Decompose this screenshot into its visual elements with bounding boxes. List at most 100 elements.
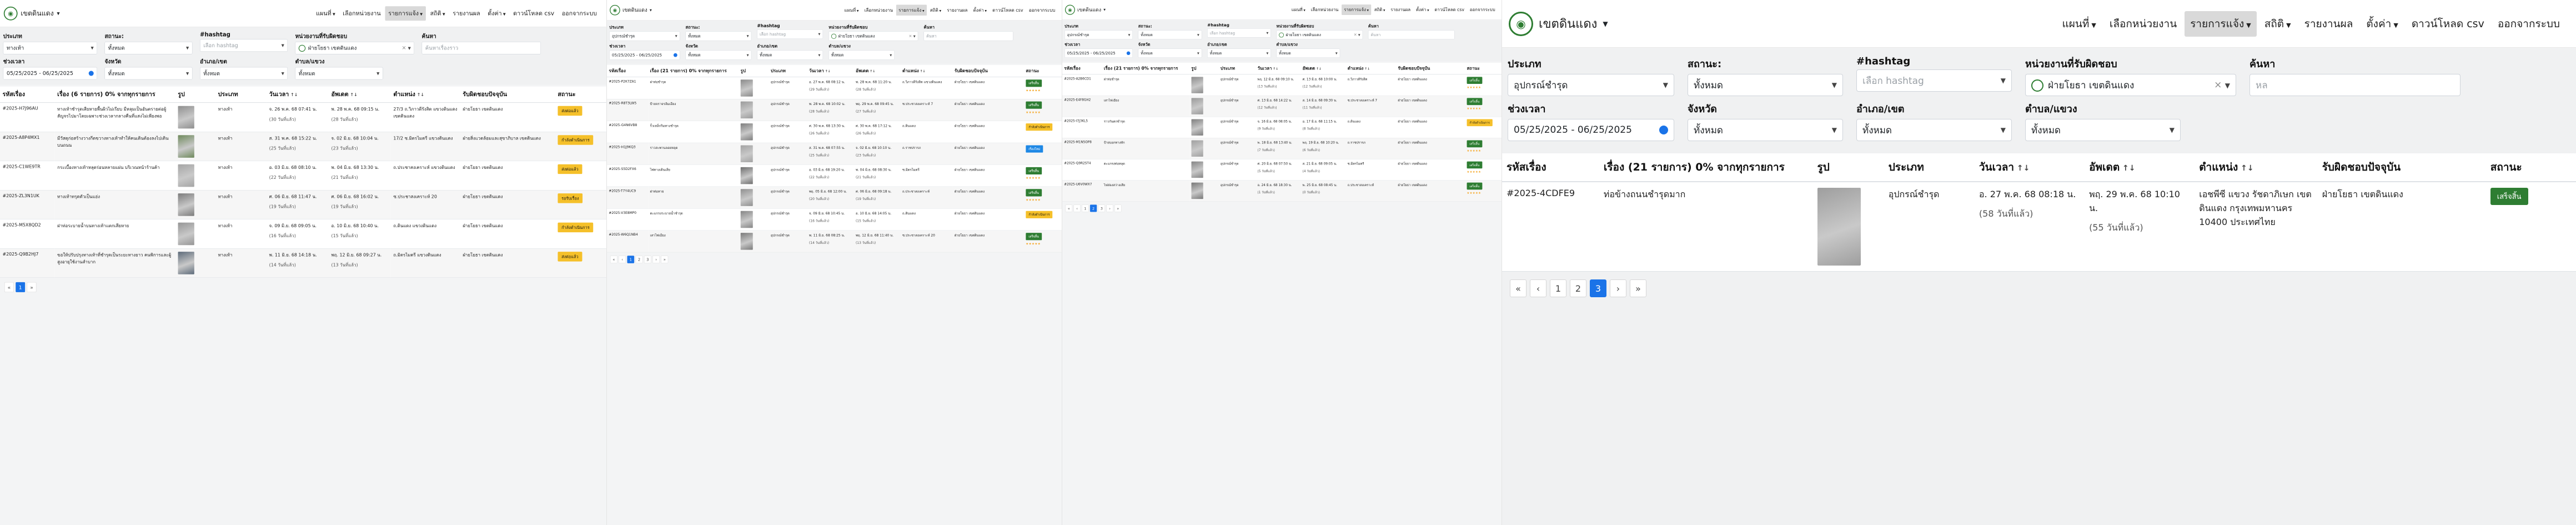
table-row[interactable]: #2025-M5X8QD2 ฝาท่อระบายน้ำบนทางเท้าแตกเส… xyxy=(0,219,606,249)
report-photo[interactable] xyxy=(1191,77,1203,93)
search-input[interactable]: หล xyxy=(2249,74,2460,96)
nav-item[interactable]: เลือกหน่วยงาน xyxy=(862,4,895,15)
table-row[interactable]: #2025-E4F8GH2 เสาไฟเอียง อุปกรณ์ชำรุด ศ. 13… xyxy=(1062,96,1502,117)
page-button[interactable]: 3 xyxy=(644,256,651,263)
status-badge[interactable]: ส่งต่อแล้ว xyxy=(558,164,583,174)
district-select[interactable]: ทั้งหมด ▼ xyxy=(1207,48,1271,58)
nav-item[interactable]: เลือกหน่วยงาน xyxy=(2104,11,2182,37)
status-badge[interactable]: เสร็จสิ้น xyxy=(1026,79,1042,87)
nav-item[interactable]: รายการแจ้ง ▼ xyxy=(385,6,426,21)
page-button[interactable]: ‹ xyxy=(1530,279,1546,297)
nav-item[interactable]: สถิติ ▼ xyxy=(427,6,448,21)
hashtag-select[interactable]: เลือก hashtag ▼ xyxy=(1207,28,1271,38)
calendar-icon[interactable] xyxy=(673,53,677,57)
status-badge[interactable]: ส่งต่อแล้ว xyxy=(558,106,583,116)
type-select[interactable]: อุปกรณ์ชำรุด ▼ xyxy=(609,31,680,41)
date-range-input[interactable]: 05/25/2025 - 06/25/2025 xyxy=(1508,119,1674,141)
status-badge[interactable]: เสร็จสิ้น xyxy=(1467,77,1483,84)
report-photo[interactable] xyxy=(1191,182,1203,199)
nav-item[interactable]: ออกจากระบบ xyxy=(1027,4,1058,15)
nav-item[interactable]: ตั้งค่า ▼ xyxy=(2361,11,2403,37)
sort-icon[interactable]: ↑↓ xyxy=(824,69,831,73)
nav-item[interactable]: รายการแจ้ง ▼ xyxy=(2185,11,2257,37)
column-header[interactable]: วันเวลา ↑↓ xyxy=(807,64,854,78)
page-button[interactable]: 2 xyxy=(635,256,643,263)
page-button[interactable]: 3 xyxy=(1590,279,1606,297)
table-row[interactable]: #2025-V3E8MP0 ตะแกรงระบายน้ำชำรุด อุปกรณ์ช… xyxy=(607,208,1062,231)
table-row[interactable]: #2025-S5D2FX6 ไฟทางเดินเสีย อุปกรณ์ชำรุด อ.… xyxy=(607,164,1062,187)
page-button[interactable]: » xyxy=(1114,204,1122,212)
page-button[interactable]: « xyxy=(1510,279,1526,297)
date-range-input[interactable]: 05/25/2025 - 06/25/2025 xyxy=(3,67,97,80)
column-header[interactable]: อัพเดต ↑↓ xyxy=(1300,62,1346,75)
report-photo[interactable] xyxy=(1817,188,1861,266)
sort-icon[interactable]: ↑↓ xyxy=(1272,67,1278,71)
page-button[interactable]: 1 xyxy=(16,282,26,292)
page-button[interactable]: « xyxy=(4,282,14,292)
report-photo[interactable] xyxy=(1191,161,1203,178)
nav-item[interactable]: รายการแจ้ง ▼ xyxy=(896,4,927,16)
table-row[interactable]: #2025-A8P4MX1 มีวัสดุก่อสร้างวางกีดขวางทา… xyxy=(0,132,606,162)
sort-icon[interactable]: ↑↓ xyxy=(415,92,424,97)
clear-icon[interactable]: × xyxy=(1354,33,1357,37)
column-header[interactable]: ตำแหน่ง ↑↓ xyxy=(1345,62,1397,75)
page-button[interactable]: « xyxy=(1065,204,1073,212)
column-header[interactable]: ตำแหน่ง ↑↓ xyxy=(2195,153,2318,182)
subdistrict-select[interactable]: ทั้งหมด ▼ xyxy=(828,50,895,60)
subdistrict-select[interactable]: ทั้งหมด ▼ xyxy=(1276,48,1340,58)
nav-item[interactable]: แผนที่ ▼ xyxy=(842,4,861,15)
status-badge[interactable]: กำลังดำเนินการ xyxy=(1467,119,1493,127)
page-button[interactable]: 1 xyxy=(1550,279,1566,297)
report-photo[interactable] xyxy=(178,164,194,187)
sort-icon[interactable]: ↑↓ xyxy=(1363,67,1370,71)
district-select[interactable]: ทั้งหมด ▼ xyxy=(1856,119,2012,141)
column-header[interactable]: ตำแหน่ง ↑↓ xyxy=(390,86,460,103)
province-select[interactable]: ทั้งหมด ▼ xyxy=(1138,48,1202,58)
column-header[interactable]: วันเวลา ↑↓ xyxy=(1974,153,2085,182)
status-badge[interactable]: เรื่องใหม่ xyxy=(1026,145,1043,153)
column-header[interactable]: วันเวลา ↑↓ xyxy=(267,86,329,103)
province-select[interactable]: ทั้งหมด ▼ xyxy=(104,67,193,80)
report-photo[interactable] xyxy=(1191,119,1203,136)
page-button[interactable]: » xyxy=(661,256,669,263)
date-range-input[interactable]: 05/25/2025 - 06/25/2025 xyxy=(1064,48,1133,58)
brand[interactable]: ◉ เขตดินแดง ▼ xyxy=(1509,11,1608,36)
status-select[interactable]: ทั้งหมด ▼ xyxy=(685,31,752,41)
nav-item[interactable]: สถิติ ▼ xyxy=(2259,11,2297,37)
nav-item[interactable]: สถิติ ▼ xyxy=(928,4,944,15)
page-button[interactable]: 2 xyxy=(1089,204,1097,212)
status-badge[interactable]: เสร็จสิ้น xyxy=(1026,189,1042,197)
sort-icon[interactable]: ↑↓ xyxy=(289,92,298,97)
report-photo[interactable] xyxy=(178,135,194,158)
column-header[interactable]: อัพเดต ↑↓ xyxy=(328,86,391,103)
status-badge[interactable]: เสร็จสิ้น xyxy=(1467,98,1483,106)
province-select[interactable]: ทั้งหมด ▼ xyxy=(685,50,752,60)
nav-item[interactable]: ตั้งค่า ▼ xyxy=(1414,4,1432,15)
table-row[interactable]: #2025-R8T3LW5 ป้ายจราจรล้มเอียง อุปกรณ์ชำร… xyxy=(607,99,1062,121)
org-select[interactable]: ฝ่ายโยธา เขตดินแดง × ▼ xyxy=(2025,74,2236,96)
status-badge[interactable]: กำลังดำเนินการ xyxy=(1026,123,1053,131)
report-photo[interactable] xyxy=(178,252,194,274)
sort-icon[interactable]: ↑↓ xyxy=(1315,67,1322,71)
table-row[interactable]: #2025-C1WE9TR กระเบื้องทางเท้าหลุดร่อนหลา… xyxy=(0,161,606,191)
calendar-icon[interactable] xyxy=(88,71,94,76)
table-row[interactable]: #2025-A2B6CD1 ฝาท่อชำรุด อุปกรณ์ชำรุด พฤ. 1… xyxy=(1062,74,1502,96)
nav-item[interactable]: รายงานผล xyxy=(1388,4,1413,15)
nav-item[interactable]: เลือกหน่วยงาน xyxy=(1309,4,1341,15)
nav-item[interactable]: สถิติ ▼ xyxy=(1372,4,1388,15)
report-photo[interactable] xyxy=(740,101,753,119)
table-row[interactable]: #2025-ZL3N1UK ทางเท้าทรุดตัวเป็นแอ่ง ทางเท… xyxy=(0,190,606,220)
page-button[interactable]: › xyxy=(1106,204,1113,212)
report-photo[interactable] xyxy=(178,106,194,129)
page-button[interactable]: » xyxy=(1630,279,1646,297)
nav-item[interactable]: ออกจากระบบ xyxy=(559,6,600,21)
nav-item[interactable]: ดาวน์โหลด csv xyxy=(990,4,1026,15)
nav-item[interactable]: แผนที่ ▼ xyxy=(313,6,338,21)
report-photo[interactable] xyxy=(740,211,753,228)
district-select[interactable]: ทั้งหมด ▼ xyxy=(200,67,288,80)
sort-icon[interactable]: ↑↓ xyxy=(868,69,875,73)
table-row[interactable]: #2025-4CDFE9 ท่อข้างถนนชำรุดมาก อุปกรณ์ชำร… xyxy=(1502,182,2576,272)
nav-item[interactable]: รายงานผล xyxy=(450,6,484,21)
status-select[interactable]: ทั้งหมด ▼ xyxy=(1138,30,1202,39)
table-row[interactable]: #2025-G4N6VB8 รั้วเหล็กริมทางชำรุด อุปกรณ์… xyxy=(607,121,1062,143)
